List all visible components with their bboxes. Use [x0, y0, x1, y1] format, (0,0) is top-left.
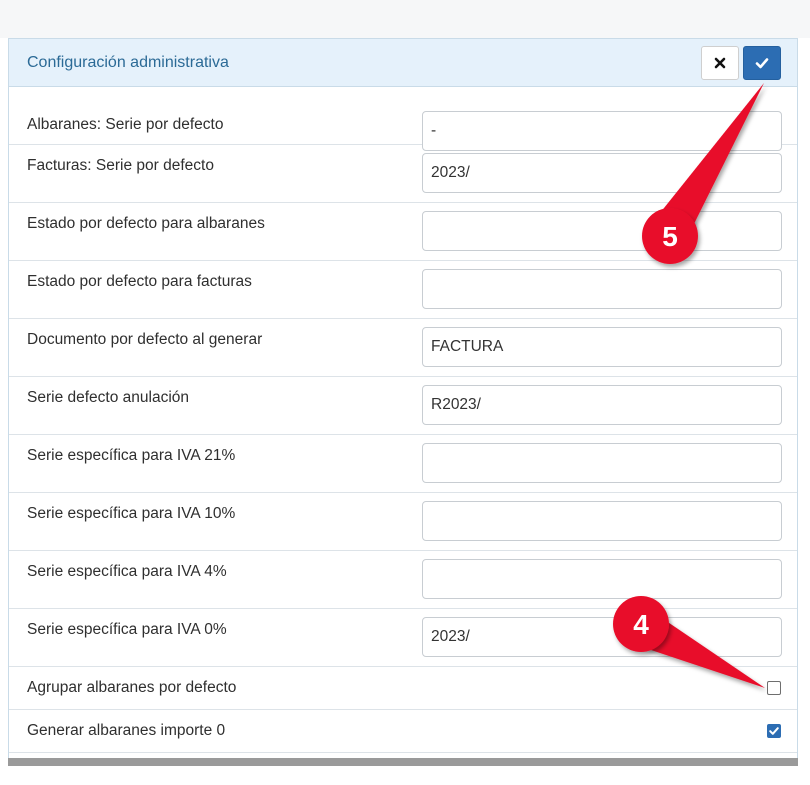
field-label: Serie específica para IVA 0% — [27, 621, 227, 638]
field-row-estado-facturas: Estado por defecto para facturas — [9, 261, 797, 319]
check-icon — [755, 57, 769, 68]
field-row-documento-defecto: Documento por defecto al generar — [9, 319, 797, 377]
iva-0-input[interactable] — [422, 617, 782, 657]
confirm-button[interactable] — [743, 45, 781, 80]
iva-4-input[interactable] — [422, 559, 782, 599]
iva-21-input[interactable] — [422, 443, 782, 483]
field-label: Facturas: Serie por defecto — [27, 157, 214, 174]
form-rows: Albaranes: Serie por defecto Facturas: S… — [9, 87, 797, 753]
checkbox-label: Generar albaranes importe 0 — [27, 722, 226, 739]
importe-cero-checkbox[interactable] — [767, 724, 781, 738]
facturas-serie-input[interactable] — [422, 153, 782, 193]
close-icon — [714, 57, 726, 68]
field-label: Estado por defecto para albaranes — [27, 215, 265, 232]
checkmark-icon — [769, 727, 779, 735]
field-label: Serie específica para IVA 21% — [27, 447, 236, 464]
field-label: Serie específica para IVA 4% — [27, 563, 227, 580]
header-buttons — [701, 45, 781, 80]
field-row-iva-10: Serie específica para IVA 10% — [9, 493, 797, 551]
field-row-estado-albaranes: Estado por defecto para albaranes — [9, 203, 797, 261]
field-label: Estado por defecto para facturas — [27, 273, 252, 290]
field-row-iva-21: Serie específica para IVA 21% — [9, 435, 797, 493]
documento-defecto-input[interactable] — [422, 327, 782, 367]
field-label: Serie defecto anulación — [27, 389, 190, 406]
iva-10-input[interactable] — [422, 501, 782, 541]
field-row-iva-0: Serie específica para IVA 0% — [9, 609, 797, 667]
field-label: Serie específica para IVA 10% — [27, 505, 236, 522]
page-background — [0, 0, 810, 38]
field-row-facturas-serie: Facturas: Serie por defecto — [9, 145, 797, 203]
admin-config-panel: Configuración administrativa Albaranes: … — [8, 38, 798, 760]
close-button[interactable] — [701, 45, 739, 80]
estado-albaranes-input[interactable] — [422, 211, 782, 251]
checkbox-row-agrupar: Agrupar albaranes por defecto — [9, 667, 797, 710]
serie-anulacion-input[interactable] — [422, 385, 782, 425]
field-label: Albaranes: Serie por defecto — [27, 116, 224, 133]
checkbox-label: Agrupar albaranes por defecto — [27, 679, 237, 696]
panel-title: Configuración administrativa — [27, 53, 229, 71]
horizontal-scrollbar[interactable] — [8, 758, 798, 766]
panel-header: Configuración administrativa — [9, 39, 797, 87]
field-label: Documento por defecto al generar — [27, 331, 263, 348]
agrupar-albaranes-checkbox[interactable] — [767, 681, 781, 695]
field-row-serie-anulacion: Serie defecto anulación — [9, 377, 797, 435]
field-row-iva-4: Serie específica para IVA 4% — [9, 551, 797, 609]
estado-facturas-input[interactable] — [422, 269, 782, 309]
checkbox-row-importe-cero: Generar albaranes importe 0 — [9, 710, 797, 753]
field-row-albaranes-serie: Albaranes: Serie por defecto — [9, 87, 797, 151]
